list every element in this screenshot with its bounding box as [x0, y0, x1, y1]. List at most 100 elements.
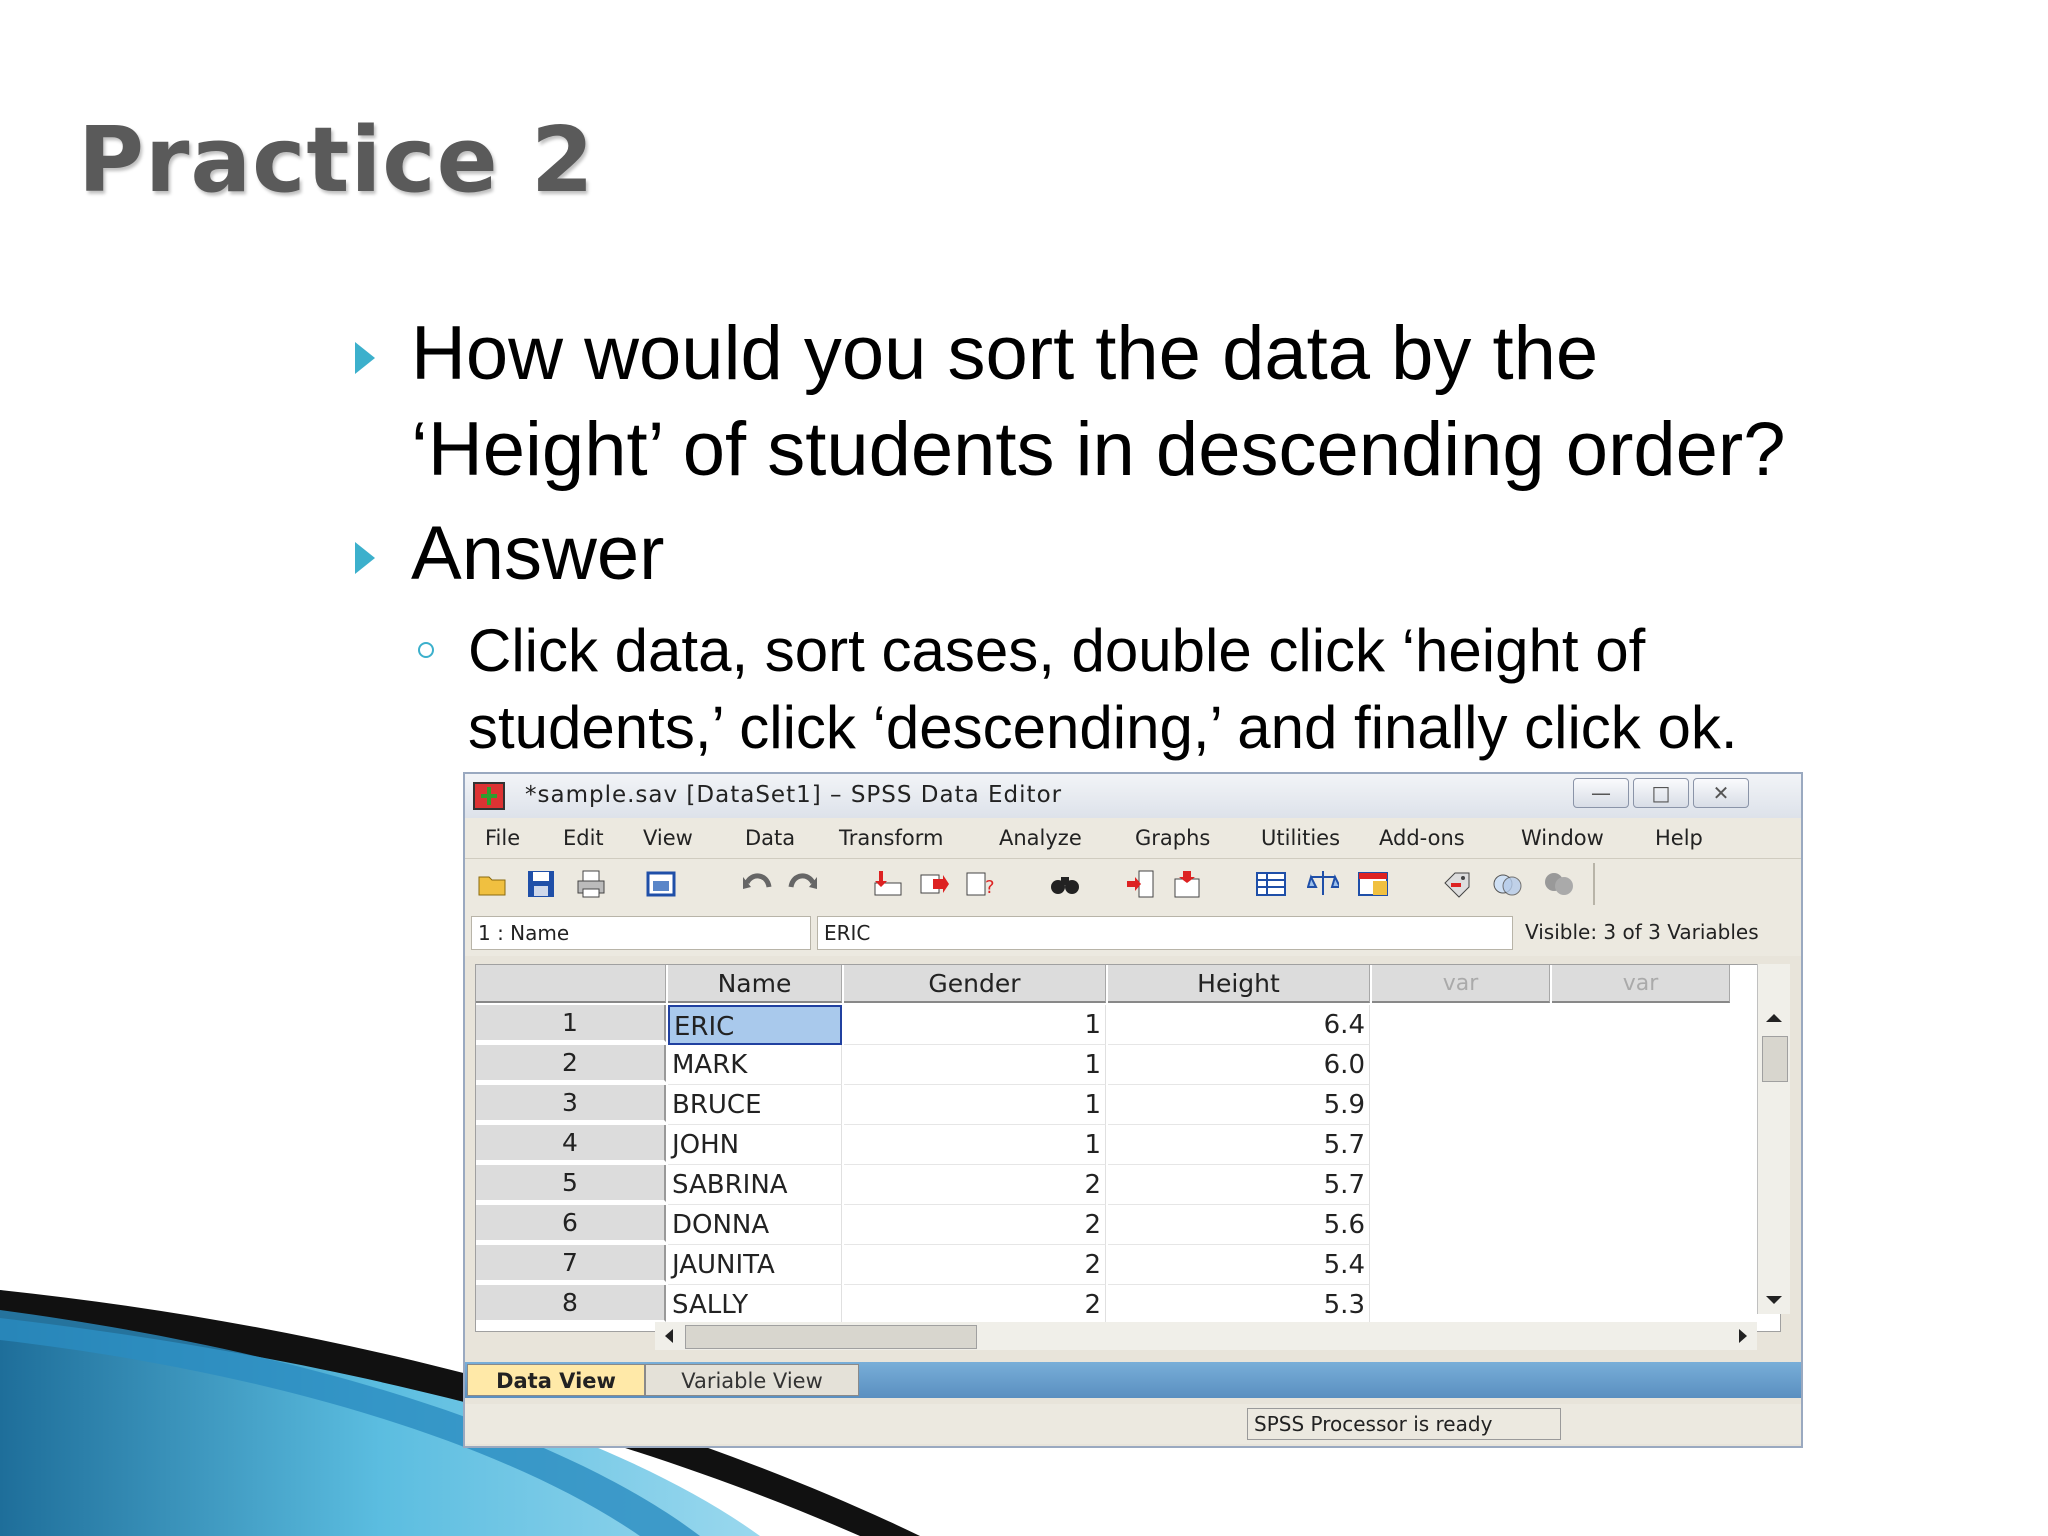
menu-bar: File Edit View Data Transform Analyze Gr…	[465, 818, 1801, 858]
menu-edit[interactable]: Edit	[563, 826, 604, 850]
menu-help[interactable]: Help	[1655, 826, 1703, 850]
spss-data-editor-window: *sample.sav [DataSet1] – SPSS Data Edito…	[463, 772, 1803, 1448]
column-header-height[interactable]: Height	[1108, 965, 1370, 1003]
dialog-recall-icon[interactable]	[645, 869, 677, 899]
bullet-question-line-2: ‘Height’ of students in descending order…	[411, 407, 1786, 492]
row-number[interactable]: 6	[476, 1205, 666, 1242]
cell-name[interactable]: JOHN	[668, 1125, 842, 1165]
insert-variable-icon[interactable]	[1171, 869, 1203, 899]
spss-app-icon	[473, 782, 505, 810]
cell-height[interactable]: 6.4	[1108, 1005, 1370, 1045]
menu-window[interactable]: Window	[1521, 826, 1604, 850]
cell-height[interactable]: 5.7	[1108, 1125, 1370, 1165]
open-folder-icon[interactable]	[477, 869, 509, 899]
scroll-up-icon[interactable]	[1758, 1004, 1790, 1032]
cell-height[interactable]: 6.0	[1108, 1045, 1370, 1085]
select-cases-icon[interactable]	[1357, 869, 1389, 899]
row-number[interactable]: 1	[476, 1005, 666, 1042]
scroll-down-icon[interactable]	[1758, 1286, 1790, 1314]
cell-name[interactable]: ERIC	[668, 1005, 842, 1045]
row-number[interactable]: 2	[476, 1045, 666, 1082]
insert-cases-icon[interactable]	[1125, 869, 1157, 899]
slide-title: Practice 2	[78, 108, 595, 213]
row-number[interactable]: 8	[476, 1285, 666, 1322]
undo-icon[interactable]	[741, 869, 773, 899]
cell-editor-input[interactable]: ERIC	[817, 916, 1513, 950]
data-grid: Name Gender Height var var 1 ERIC 1 6.4 …	[475, 964, 1781, 1332]
menu-analyze[interactable]: Analyze	[999, 826, 1082, 850]
cell-height[interactable]: 5.7	[1108, 1165, 1370, 1205]
sub-bullet-line-1: Click data, sort cases, double click ‘he…	[468, 617, 1646, 684]
cell-gender[interactable]: 2	[844, 1205, 1106, 1245]
status-processor-ready: SPSS Processor is ready	[1247, 1408, 1561, 1440]
row-number[interactable]: 4	[476, 1125, 666, 1162]
redo-icon[interactable]	[787, 869, 819, 899]
status-bar: SPSS Processor is ready	[465, 1404, 1801, 1444]
cell-reference: 1 : Name	[471, 916, 811, 950]
row-number[interactable]: 7	[476, 1245, 666, 1282]
cell-name[interactable]: DONNA	[668, 1205, 842, 1245]
cell-height[interactable]: 5.3	[1108, 1285, 1370, 1325]
cell-gender[interactable]: 1	[844, 1045, 1106, 1085]
value-labels-icon[interactable]	[1441, 869, 1473, 899]
menu-file[interactable]: File	[485, 826, 520, 850]
close-button[interactable]: ✕	[1693, 778, 1749, 808]
title-bar[interactable]: *sample.sav [DataSet1] – SPSS Data Edito…	[465, 774, 1801, 818]
scroll-right-icon[interactable]	[1729, 1322, 1757, 1350]
bullet-question-line-1: How would you sort the data by the	[411, 311, 1599, 396]
column-header-gender[interactable]: Gender	[844, 965, 1106, 1003]
bullet-answer-label: Answer	[411, 511, 665, 596]
vertical-scrollbar[interactable]	[1757, 964, 1790, 1314]
menu-graphs[interactable]: Graphs	[1135, 826, 1210, 850]
split-file-icon[interactable]	[1255, 869, 1287, 899]
window-title: *sample.sav [DataSet1] – SPSS Data Edito…	[525, 782, 1063, 808]
menu-add-ons[interactable]: Add-ons	[1379, 826, 1465, 850]
row-number[interactable]: 5	[476, 1165, 666, 1202]
menu-data[interactable]: Data	[745, 826, 795, 850]
menu-utilities[interactable]: Utilities	[1261, 826, 1340, 850]
cell-name[interactable]: JAUNITA	[668, 1245, 842, 1285]
cell-gender[interactable]: 1	[844, 1005, 1106, 1045]
cell-name[interactable]: SALLY	[668, 1285, 842, 1325]
maximize-button[interactable]: □	[1633, 778, 1689, 808]
bullet-question: How would you sort the data by the ‘Heig…	[355, 306, 1971, 498]
cell-gender[interactable]: 2	[844, 1165, 1106, 1205]
toolbar: ?	[465, 858, 1801, 909]
variables-icon[interactable]: ?	[965, 869, 997, 899]
cell-gender[interactable]: 1	[844, 1085, 1106, 1125]
column-header-name[interactable]: Name	[668, 965, 842, 1003]
column-header-var[interactable]: var	[1372, 965, 1550, 1003]
corner-header	[476, 965, 666, 1003]
scroll-left-icon[interactable]	[655, 1322, 683, 1350]
bullet-arrow-icon	[355, 342, 375, 374]
cell-name[interactable]: SABRINA	[668, 1165, 842, 1205]
horizontal-scrollbar[interactable]	[655, 1322, 1757, 1350]
find-icon[interactable]	[1049, 869, 1081, 899]
sub-bullet-ring-icon	[418, 642, 434, 658]
cell-height[interactable]: 5.6	[1108, 1205, 1370, 1245]
cell-gender[interactable]: 2	[844, 1285, 1106, 1325]
weight-cases-icon[interactable]	[1307, 869, 1339, 899]
cell-name[interactable]: BRUCE	[668, 1085, 842, 1125]
goto-case-icon[interactable]	[871, 869, 903, 899]
cell-height[interactable]: 5.4	[1108, 1245, 1370, 1285]
use-sets-icon[interactable]	[1491, 869, 1523, 899]
tab-data-view[interactable]: Data View	[467, 1364, 645, 1396]
goto-variable-icon[interactable]	[919, 869, 951, 899]
vertical-scroll-thumb[interactable]	[1762, 1036, 1788, 1082]
row-number[interactable]: 3	[476, 1085, 666, 1122]
tab-variable-view[interactable]: Variable View	[645, 1364, 859, 1396]
svg-text:?: ?	[985, 877, 995, 898]
cell-height[interactable]: 5.9	[1108, 1085, 1370, 1125]
print-icon[interactable]	[575, 869, 607, 899]
cell-gender[interactable]: 1	[844, 1125, 1106, 1165]
menu-transform[interactable]: Transform	[839, 826, 943, 850]
minimize-button[interactable]: —	[1573, 778, 1629, 808]
cell-gender[interactable]: 2	[844, 1245, 1106, 1285]
show-all-icon[interactable]	[1543, 869, 1575, 899]
save-icon[interactable]	[525, 869, 557, 899]
cell-name[interactable]: MARK	[668, 1045, 842, 1085]
column-header-var[interactable]: var	[1552, 965, 1730, 1003]
menu-view[interactable]: View	[643, 826, 693, 850]
horizontal-scroll-thumb[interactable]	[685, 1325, 977, 1349]
